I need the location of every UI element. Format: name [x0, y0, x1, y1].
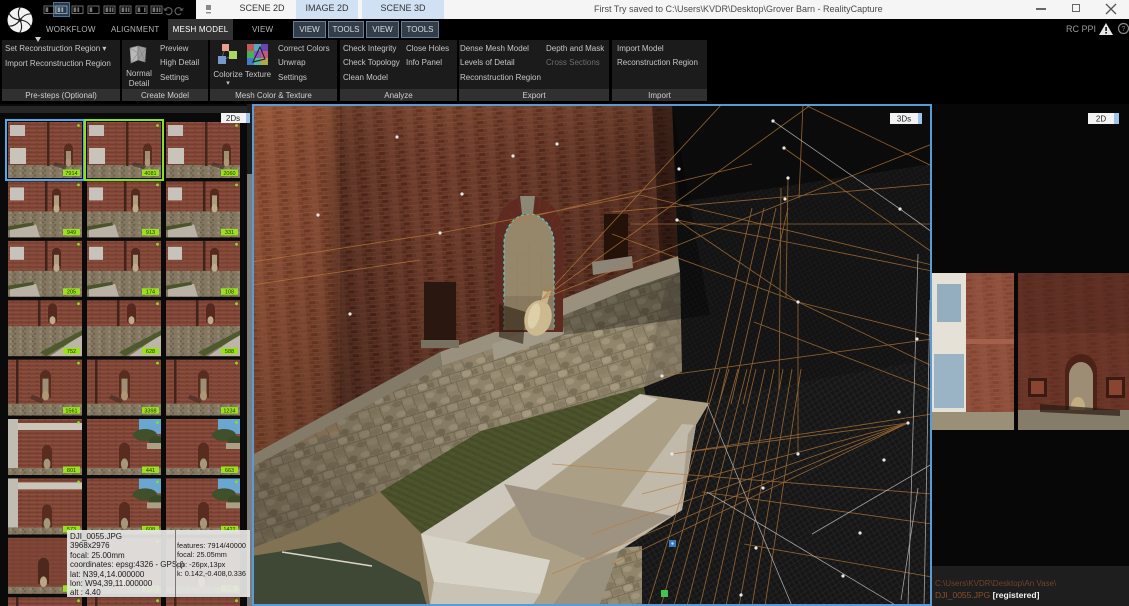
- svg-text:2Ds: 2Ds: [226, 114, 240, 123]
- svg-text:DJI_0055.JPG [registered]: DJI_0055.JPG [registered]: [935, 590, 1040, 600]
- svg-text:3398: 3398: [144, 408, 156, 414]
- svg-text:588: 588: [225, 349, 234, 355]
- svg-text:2060: 2060: [223, 171, 235, 177]
- svg-text:628: 628: [146, 349, 155, 355]
- svg-text:663: 663: [225, 468, 234, 474]
- svg-text:949: 949: [67, 230, 76, 236]
- svg-text:7914: 7914: [65, 171, 77, 177]
- svg-text:913: 913: [146, 230, 155, 236]
- svg-text:752: 752: [67, 349, 76, 355]
- svg-text:1234: 1234: [223, 408, 235, 414]
- svg-text:1561: 1561: [65, 408, 77, 414]
- svg-text:331: 331: [225, 230, 234, 236]
- svg-text:801: 801: [67, 468, 76, 474]
- svg-text:C:\Users\KVDR\Desktop\An Vase\: C:\Users\KVDR\Desktop\An Vase\: [935, 579, 1057, 588]
- svg-text:108: 108: [225, 290, 234, 296]
- svg-text:205: 205: [67, 290, 76, 296]
- svg-text:2D: 2D: [1096, 115, 1106, 124]
- svg-text:174: 174: [146, 290, 155, 296]
- svg-text:?: ?: [1122, 26, 1126, 33]
- svg-text:441: 441: [146, 468, 155, 474]
- svg-text:4081: 4081: [144, 171, 156, 177]
